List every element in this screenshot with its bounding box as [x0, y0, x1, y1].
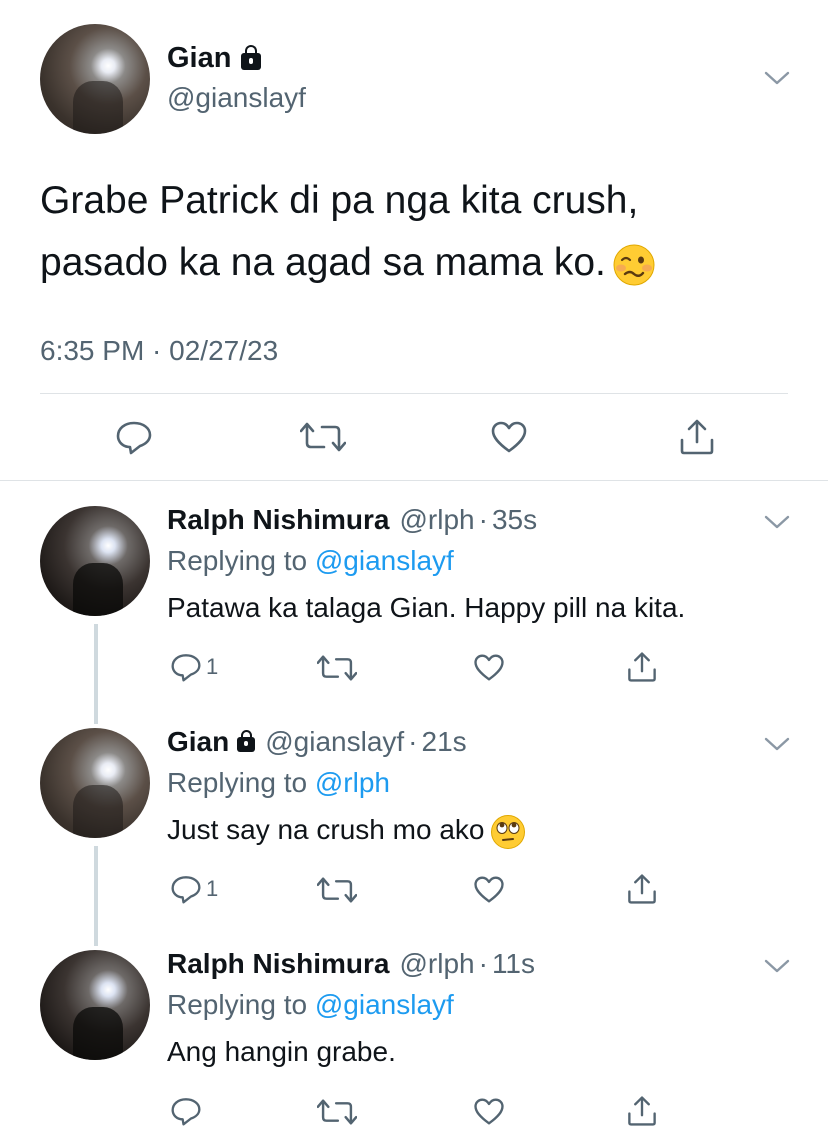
like-button[interactable]: [490, 420, 528, 454]
lock-icon: [241, 44, 262, 70]
reply-count: 1: [206, 654, 219, 679]
divider: [40, 393, 788, 394]
retweet-button[interactable]: [317, 876, 357, 904]
chevron-down-icon[interactable]: [764, 70, 790, 86]
author-display-name[interactable]: Ralph Nishimura: [167, 946, 389, 982]
retweet-icon: [317, 877, 357, 903]
reply-header: Gian @gianslayf · 21s: [167, 724, 467, 760]
separator-dot: ·: [478, 948, 488, 979]
replying-to-prefix: Replying to: [167, 767, 308, 798]
share-icon: [680, 419, 714, 455]
share-button[interactable]: [626, 873, 658, 905]
retweet-button[interactable]: [317, 654, 357, 682]
author-display-name[interactable]: Gian: [167, 40, 231, 76]
reply-button[interactable]: 1: [170, 652, 218, 682]
reply-text: Ang hangin grabe.: [167, 1036, 396, 1067]
author-handle[interactable]: @rlph: [399, 502, 474, 538]
reply-time[interactable]: 11s: [492, 946, 535, 982]
avatar[interactable]: [40, 24, 150, 134]
chevron-down-icon[interactable]: [764, 514, 790, 530]
share-button[interactable]: [626, 1095, 658, 1127]
reply-button[interactable]: [115, 419, 153, 455]
chevron-down-icon[interactable]: [764, 958, 790, 974]
reply-header: Ralph Nishimura @rlph · 35s: [167, 502, 537, 538]
avatar[interactable]: [40, 950, 150, 1060]
like-icon: [474, 1098, 504, 1125]
woozy-face-icon: [613, 244, 655, 286]
avatar[interactable]: [40, 728, 150, 838]
author-name-row: Gian: [167, 40, 262, 76]
reply-icon: [171, 1098, 201, 1126]
replying-to-prefix: Replying to: [167, 545, 308, 576]
lock-icon: [237, 730, 256, 752]
share-icon: [628, 874, 656, 904]
tweet-text-line-2: pasado ka na agad sa mama ko.: [40, 232, 800, 294]
author-handle[interactable]: @gianslayf: [167, 80, 306, 116]
share-icon: [628, 652, 656, 682]
replying-to-prefix: Replying to: [167, 989, 308, 1020]
author-display-name[interactable]: Gian: [167, 724, 229, 760]
separator-dot: ·: [408, 726, 418, 757]
replying-to: Replying to @gianslayf: [167, 543, 454, 579]
reply-tweet: Gian @gianslayf · 21s Replying to @rlph …: [0, 702, 828, 942]
like-icon: [474, 654, 504, 681]
rolling-eyes-icon: [491, 814, 526, 849]
reply-count: 1: [206, 876, 219, 901]
tweet-text-line-1: Grabe Patrick di pa nga kita crush,: [40, 179, 639, 222]
share-button[interactable]: [678, 418, 716, 456]
reply-button[interactable]: [170, 1096, 202, 1126]
tweet-timestamp[interactable]: 6:35 PM · 02/27/23: [40, 333, 278, 369]
share-icon: [628, 1096, 656, 1126]
tweet-text-line-2-content: pasado ka na agad sa mama ko.: [40, 241, 606, 284]
replying-to: Replying to @gianslayf: [167, 987, 454, 1023]
replying-to-mention[interactable]: @gianslayf: [315, 989, 454, 1020]
retweet-button[interactable]: [317, 1098, 357, 1126]
like-icon: [491, 421, 527, 453]
reply-tweet: Ralph Nishimura @rlph · 35s Replying to …: [0, 480, 828, 722]
thread-line: [94, 702, 98, 724]
retweet-icon: [300, 422, 346, 452]
like-icon: [474, 876, 504, 903]
reply-time[interactable]: 21s: [422, 724, 467, 760]
reply-text-row: Just say na crush mo ako: [167, 812, 526, 850]
chevron-down-icon[interactable]: [764, 736, 790, 752]
retweet-icon: [317, 1099, 357, 1125]
reply-tweet: Ralph Nishimura @rlph · 11s Replying to …: [0, 924, 828, 1148]
tweet-text: Grabe Patrick di pa nga kita crush, pasa…: [40, 170, 800, 294]
reply-icon: [171, 654, 201, 682]
reply-time[interactable]: 35s: [492, 502, 537, 538]
reply-icon: [116, 421, 152, 455]
like-button[interactable]: [473, 653, 505, 682]
retweet-button[interactable]: [300, 421, 346, 453]
reply-header: Ralph Nishimura @rlph · 11s: [167, 946, 535, 982]
replying-to: Replying to @rlph: [167, 765, 390, 801]
replying-to-mention[interactable]: @rlph: [315, 767, 390, 798]
avatar[interactable]: [40, 506, 150, 616]
reply-text: Patawa ka talaga Gian. Happy pill na kit…: [167, 592, 686, 623]
reply-button[interactable]: 1: [170, 874, 218, 904]
thread-line: [94, 924, 98, 946]
reply-icon: [171, 876, 201, 904]
author-display-name[interactable]: Ralph Nishimura: [167, 502, 389, 538]
main-tweet: Gian @gianslayf Grabe Patrick di pa nga …: [0, 0, 828, 480]
author-handle[interactable]: @gianslayf: [265, 724, 404, 760]
replying-to-mention[interactable]: @gianslayf: [315, 545, 454, 576]
share-button[interactable]: [626, 651, 658, 683]
like-button[interactable]: [473, 1097, 505, 1126]
separator-dot: ·: [478, 504, 488, 535]
like-button[interactable]: [473, 875, 505, 904]
retweet-icon: [317, 655, 357, 681]
author-handle[interactable]: @rlph: [399, 946, 474, 982]
reply-text: Just say na crush mo ako: [167, 814, 485, 845]
